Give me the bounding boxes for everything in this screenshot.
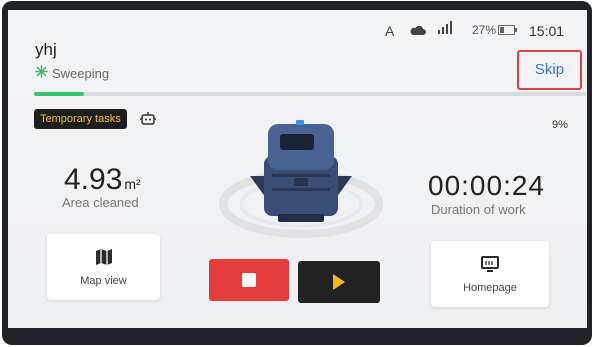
robot-illustration [219,120,383,238]
duration-label: Duration of work [431,202,526,217]
map-icon [94,248,114,269]
cloud-icon [410,24,426,39]
progress-percent: 9% [552,119,568,131]
stop-button[interactable] [209,259,289,301]
device-name: yhj [35,40,57,59]
sweeping-icon [35,65,48,81]
state-label: Sweeping [52,65,110,81]
status-time: 15:01 [529,23,565,39]
skip-button[interactable]: Skip [517,50,582,90]
map-view-label: Map view [80,275,127,287]
homepage-button[interactable]: Homepage [431,241,549,307]
robot-icon[interactable] [139,110,157,133]
area-unit: m² [124,176,141,192]
progress-bar [34,92,586,96]
monitor-icon [480,255,500,276]
homepage-label: Homepage [463,282,517,294]
battery-level [500,27,504,33]
area-cleaned-label: Area cleaned [62,195,139,210]
progress-fill [34,92,84,96]
temporary-tasks-badge[interactable]: Temporary tasks [34,109,127,129]
battery-text: 27% [472,23,497,37]
robot-control-screen: A 27% 15:01 yhj Sweeping Skip Temporary … [8,10,587,328]
play-button[interactable] [298,261,380,303]
status-indicator: A [385,23,395,39]
map-view-button[interactable]: Map view [47,234,160,300]
area-cleaned-value: 4.93 m² [64,163,141,197]
battery-icon [498,25,517,35]
play-icon [333,274,345,290]
area-number: 4.93 [64,163,123,196]
stop-icon [242,273,256,287]
duration-value: 00:00:24 [428,170,545,201]
cleaning-state: Sweeping [35,65,109,81]
signal-icon [436,20,452,39]
